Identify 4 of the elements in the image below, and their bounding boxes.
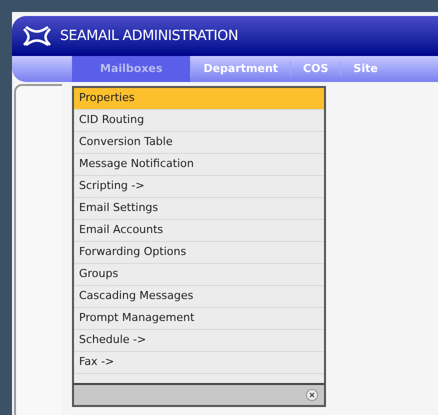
close-icon[interactable] [306, 389, 318, 401]
logo-icon [20, 23, 54, 49]
menu-item[interactable]: Properties [74, 88, 324, 110]
window-title: SEAMAIL ADMINISTRATION [60, 26, 238, 46]
